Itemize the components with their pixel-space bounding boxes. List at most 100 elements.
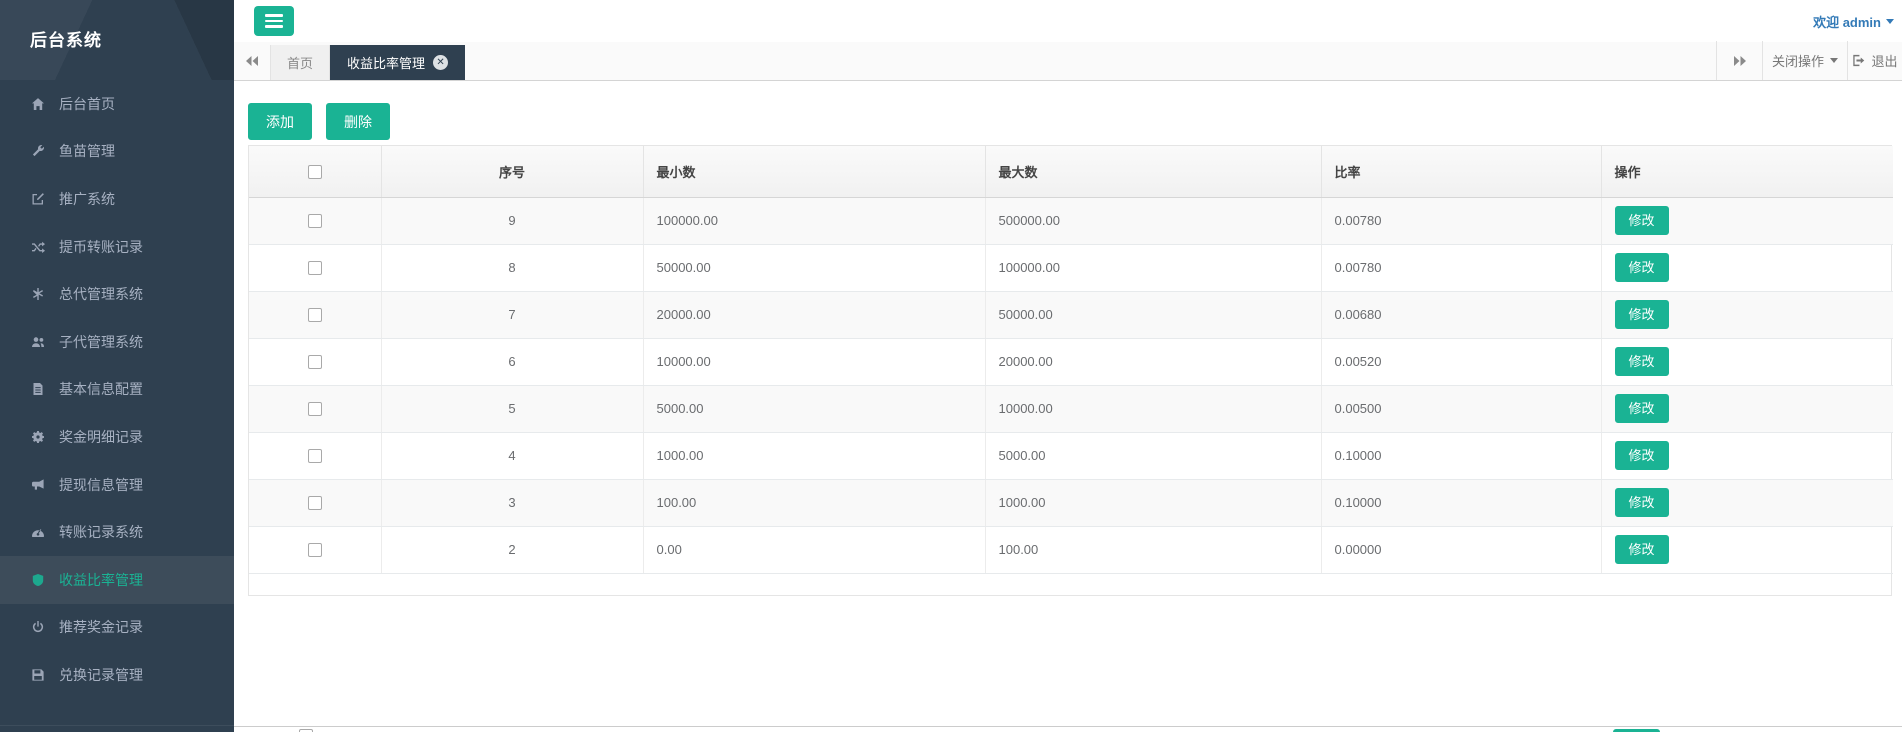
modify-button[interactable]: 修改 bbox=[1615, 488, 1669, 517]
save-icon bbox=[30, 668, 46, 682]
sidebar-item-home[interactable]: 后台首页 bbox=[0, 80, 234, 128]
cogs-icon bbox=[30, 430, 46, 444]
cell-seq: 8 bbox=[381, 244, 643, 291]
cell-seq: 7 bbox=[381, 291, 643, 338]
bullhorn-icon bbox=[30, 478, 46, 492]
sidebar-item-label: 后台首页 bbox=[59, 94, 115, 114]
main-area: 欢迎 admin 首页 收益比率管理 ✕ 关闭操作 退出 添加 删除 bbox=[234, 0, 1902, 732]
sidebar-item-label: 子代管理系统 bbox=[59, 332, 143, 352]
row-checkbox[interactable] bbox=[308, 449, 322, 463]
modify-button[interactable]: 修改 bbox=[1615, 206, 1669, 235]
row-checkbox[interactable] bbox=[308, 402, 322, 416]
modify-button[interactable]: 修改 bbox=[1615, 347, 1669, 376]
welcome-user-dropdown[interactable]: 欢迎 admin bbox=[1813, 12, 1894, 31]
tab-label: 首页 bbox=[287, 53, 313, 72]
cell-seq: 2 bbox=[381, 526, 643, 573]
sidebar-item-label: 推荐奖金记录 bbox=[59, 617, 143, 637]
sidebar-item-asterisk[interactable]: 总代管理系统 bbox=[0, 270, 234, 318]
chevron-down-icon bbox=[1830, 58, 1838, 63]
sidebar-nav: 后台首页鱼苗管理推广系统提币转账记录总代管理系统子代管理系统基本信息配置奖金明细… bbox=[0, 80, 234, 699]
cell-min: 50000.00 bbox=[643, 244, 985, 291]
panel-spacer bbox=[249, 574, 1891, 595]
tab-label: 收益比率管理 bbox=[347, 53, 425, 72]
cell-max: 1000.00 bbox=[985, 479, 1321, 526]
sidebar-item-tachometer[interactable]: 转账记录系统 bbox=[0, 508, 234, 556]
row-checkbox[interactable] bbox=[308, 543, 322, 557]
row-checkbox[interactable] bbox=[308, 355, 322, 369]
tab-profit-ratio-management[interactable]: 收益比率管理 ✕ bbox=[330, 45, 465, 80]
home-icon bbox=[30, 97, 46, 111]
logout-button[interactable]: 退出 bbox=[1847, 41, 1902, 80]
toolbar: 添加 删除 bbox=[248, 103, 390, 140]
close-operations-dropdown[interactable]: 关闭操作 bbox=[1762, 41, 1847, 80]
cell-max: 100.00 bbox=[985, 526, 1321, 573]
delete-button[interactable]: 删除 bbox=[326, 103, 390, 140]
select-all-checkbox[interactable] bbox=[308, 165, 322, 179]
cell-min: 100000.00 bbox=[643, 197, 985, 244]
edit-icon bbox=[30, 192, 46, 206]
table-row: 3100.001000.000.10000修改 bbox=[249, 479, 1893, 526]
modify-button[interactable]: 修改 bbox=[1615, 253, 1669, 282]
chevron-down-icon bbox=[1886, 19, 1894, 24]
tab-home[interactable]: 首页 bbox=[270, 45, 330, 80]
cell-min: 20000.00 bbox=[643, 291, 985, 338]
power-icon bbox=[30, 620, 46, 634]
sign-out-icon bbox=[1852, 54, 1865, 67]
sidebar-item-save[interactable]: 兑换记录管理 bbox=[0, 651, 234, 699]
tabs-scroll-left-button[interactable] bbox=[234, 41, 270, 80]
column-header-max: 最大数 bbox=[985, 146, 1321, 197]
row-checkbox[interactable] bbox=[308, 496, 322, 510]
cell-min: 100.00 bbox=[643, 479, 985, 526]
modify-button[interactable]: 修改 bbox=[1615, 441, 1669, 470]
cell-min: 1000.00 bbox=[643, 432, 985, 479]
row-checkbox[interactable] bbox=[308, 261, 322, 275]
tab-bar: 首页 收益比率管理 ✕ 关闭操作 退出 bbox=[234, 42, 1902, 81]
shield-icon bbox=[30, 573, 46, 587]
cell-max: 10000.00 bbox=[985, 385, 1321, 432]
sidebar-item-power[interactable]: 推荐奖金记录 bbox=[0, 604, 234, 652]
modify-button[interactable]: 修改 bbox=[1615, 300, 1669, 329]
tabs-scroll-right-button[interactable] bbox=[1716, 41, 1762, 80]
sidebar-item-users[interactable]: 子代管理系统 bbox=[0, 318, 234, 366]
sidebar-item-label: 总代管理系统 bbox=[59, 284, 143, 304]
cell-rate: 0.00780 bbox=[1321, 197, 1601, 244]
sidebar: 后台系统 后台首页鱼苗管理推广系统提币转账记录总代管理系统子代管理系统基本信息配… bbox=[0, 0, 234, 732]
shuffle-icon bbox=[30, 240, 46, 254]
tachometer-icon bbox=[30, 525, 46, 539]
cell-seq: 4 bbox=[381, 432, 643, 479]
sidebar-item-shield[interactable]: 收益比率管理 bbox=[0, 556, 234, 604]
cell-rate: 0.00500 bbox=[1321, 385, 1601, 432]
cell-min: 5000.00 bbox=[643, 385, 985, 432]
sidebar-item-shuffle[interactable]: 提币转账记录 bbox=[0, 223, 234, 271]
close-tab-icon[interactable]: ✕ bbox=[433, 55, 448, 70]
table-row: 9100000.00500000.000.00780修改 bbox=[249, 197, 1893, 244]
row-checkbox[interactable] bbox=[308, 214, 322, 228]
modify-button[interactable]: 修改 bbox=[1615, 394, 1669, 423]
sidebar-item-label: 兑换记录管理 bbox=[59, 665, 143, 685]
sidebar-item-wrench[interactable]: 鱼苗管理 bbox=[0, 128, 234, 176]
table-row: 850000.00100000.000.00780修改 bbox=[249, 244, 1893, 291]
sidebar-item-bullhorn[interactable]: 提现信息管理 bbox=[0, 461, 234, 509]
menu-toggle-button[interactable] bbox=[254, 6, 294, 36]
asterisk-icon bbox=[30, 287, 46, 301]
cell-seq: 3 bbox=[381, 479, 643, 526]
app-title: 后台系统 bbox=[0, 0, 234, 80]
hamburger-icon bbox=[265, 14, 283, 17]
modify-button[interactable]: 修改 bbox=[1615, 535, 1669, 564]
sidebar-item-cogs[interactable]: 奖金明细记录 bbox=[0, 413, 234, 461]
cell-rate: 0.00780 bbox=[1321, 244, 1601, 291]
row-checkbox[interactable] bbox=[308, 308, 322, 322]
double-left-arrow-icon bbox=[245, 55, 259, 67]
add-button[interactable]: 添加 bbox=[248, 103, 312, 140]
welcome-user-label: 欢迎 admin bbox=[1813, 12, 1881, 31]
column-header-rate: 比率 bbox=[1321, 146, 1601, 197]
cell-rate: 0.00680 bbox=[1321, 291, 1601, 338]
sidebar-item-edit[interactable]: 推广系统 bbox=[0, 175, 234, 223]
data-table-panel: 序号 最小数 最大数 比率 操作 9100000.00500000.000.00… bbox=[248, 145, 1892, 596]
table-header-row: 序号 最小数 最大数 比率 操作 bbox=[249, 146, 1893, 197]
topbar: 欢迎 admin bbox=[234, 0, 1902, 42]
sidebar-item-file-text[interactable]: 基本信息配置 bbox=[0, 366, 234, 414]
cell-min: 10000.00 bbox=[643, 338, 985, 385]
column-header-seq: 序号 bbox=[381, 146, 643, 197]
sidebar-item-label: 奖金明细记录 bbox=[59, 427, 143, 447]
